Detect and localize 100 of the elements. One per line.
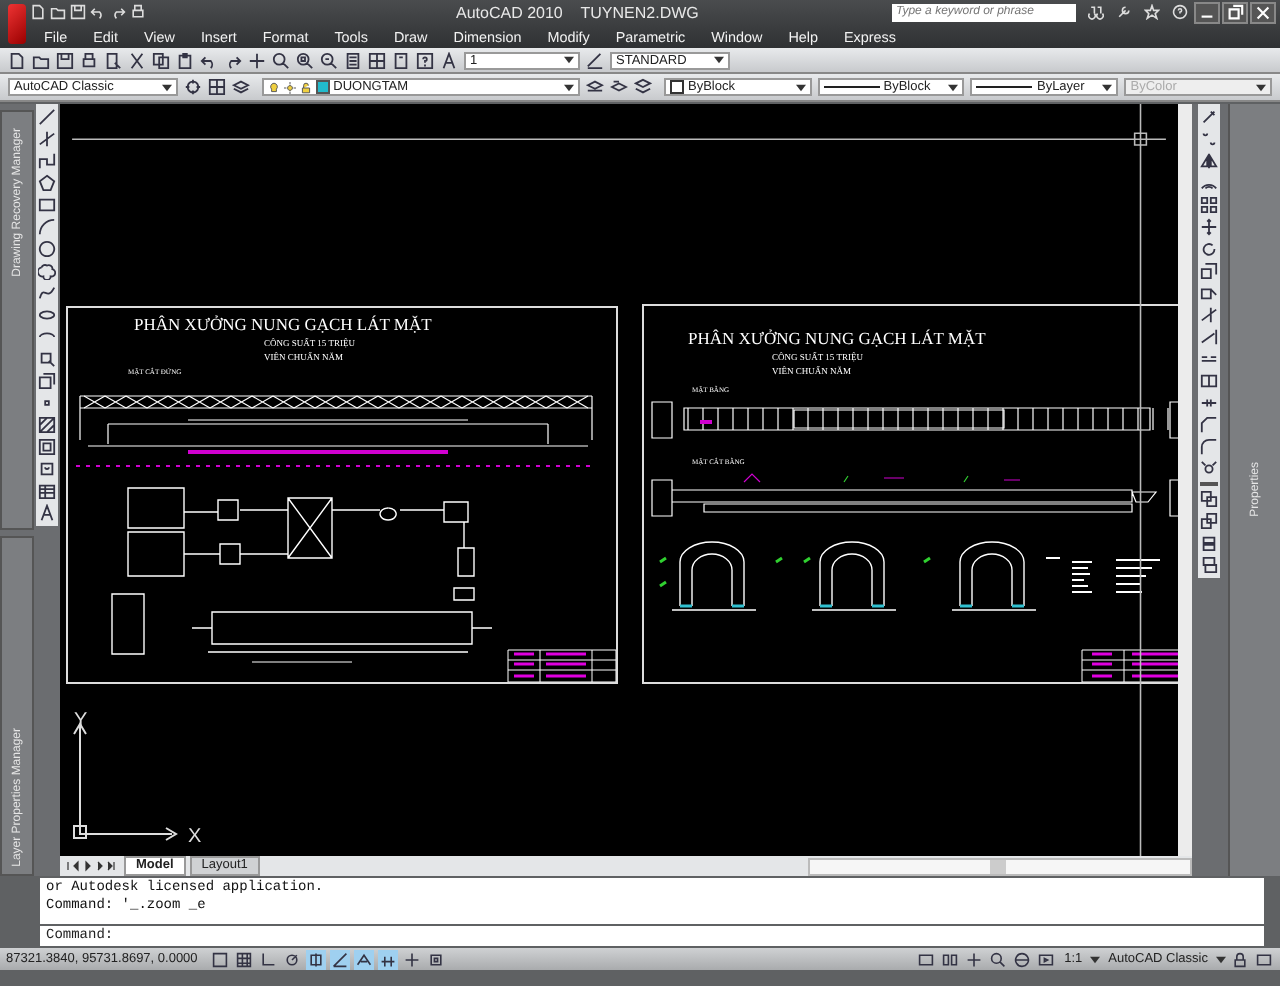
break-at-point-icon[interactable] — [1200, 372, 1218, 390]
fillet-icon[interactable] — [1200, 438, 1218, 456]
cut-icon[interactable] — [128, 51, 146, 69]
pan-icon[interactable] — [964, 949, 985, 969]
caret-icon — [564, 83, 575, 91]
text-style-icon[interactable] — [440, 51, 458, 69]
lock-icon[interactable] — [1230, 949, 1250, 969]
sun-icon[interactable] — [283, 81, 296, 93]
folder-icon[interactable] — [32, 51, 50, 69]
grid-icon[interactable] — [234, 949, 254, 969]
make-block-icon[interactable] — [38, 372, 56, 390]
gradient-icon[interactable] — [38, 438, 56, 456]
construction-line-icon[interactable] — [38, 130, 56, 148]
model-space-icon[interactable] — [916, 949, 937, 969]
spline-icon[interactable] — [38, 284, 56, 302]
caret-icon — [1102, 83, 1113, 91]
folder-icon[interactable] — [50, 4, 66, 20]
new-file-icon[interactable] — [8, 51, 26, 69]
binoculars-icon[interactable] — [1088, 4, 1104, 20]
vertical-scrollbar[interactable] — [1178, 104, 1192, 856]
y-axis-label: Y — [74, 710, 88, 732]
redo-icon[interactable] — [224, 51, 242, 69]
line-tool-icon[interactable] — [38, 108, 56, 126]
polar-icon[interactable] — [282, 949, 302, 969]
layout-icon[interactable] — [940, 949, 961, 969]
star-icon[interactable] — [1144, 4, 1160, 20]
pan-icon[interactable] — [248, 51, 266, 69]
stretch-icon[interactable] — [1200, 284, 1218, 302]
caret-icon — [161, 83, 172, 91]
point-icon[interactable] — [38, 394, 56, 412]
caret-icon — [795, 83, 806, 91]
lineweight-icon[interactable] — [402, 949, 422, 969]
insert-block-icon[interactable] — [38, 350, 56, 368]
tab-navigation-icon[interactable] — [64, 858, 120, 874]
hatch-icon[interactable] — [38, 416, 56, 434]
polygon-icon[interactable] — [38, 174, 56, 192]
paste-icon[interactable] — [176, 51, 194, 69]
mirror-icon[interactable] — [1200, 152, 1218, 170]
preview-icon[interactable] — [104, 51, 122, 69]
rectangle-icon[interactable] — [38, 196, 56, 214]
restore-icon[interactable] — [1222, 1, 1248, 23]
arc-icon[interactable] — [38, 218, 56, 236]
dynamic-input-icon[interactable] — [378, 949, 398, 969]
extend-icon[interactable] — [1200, 328, 1218, 346]
print-icon[interactable] — [80, 51, 98, 69]
object-snap-icon[interactable] — [306, 949, 326, 969]
break-icon[interactable] — [1200, 350, 1218, 368]
revision-cloud-icon[interactable] — [38, 262, 56, 280]
zoom-window-icon[interactable] — [296, 51, 314, 69]
layer-current-icon[interactable] — [586, 78, 605, 96]
clean-screen-icon[interactable] — [1254, 949, 1274, 969]
grid-tool-icon[interactable] — [207, 78, 226, 96]
bring-above-icon[interactable] — [1200, 534, 1218, 552]
multiline-text-icon[interactable] — [38, 504, 56, 522]
copy-icon[interactable] — [152, 51, 170, 69]
snap-mode-icon[interactable] — [210, 949, 230, 969]
chamfer-icon[interactable] — [1200, 416, 1218, 434]
lock-icon[interactable] — [299, 81, 312, 93]
scale-icon[interactable] — [1200, 262, 1218, 280]
trim-icon[interactable] — [1200, 306, 1218, 324]
save-icon[interactable] — [56, 51, 74, 69]
undo-icon[interactable] — [90, 4, 106, 20]
steering-wheel-icon[interactable] — [1012, 949, 1033, 969]
array-icon[interactable] — [1200, 196, 1218, 214]
rotate-icon[interactable] — [1200, 240, 1218, 258]
dimension-style-icon[interactable] — [586, 51, 604, 69]
zoom-previous-icon[interactable] — [320, 51, 338, 69]
redo-icon[interactable] — [110, 4, 126, 20]
layer-state-icon[interactable] — [634, 78, 652, 96]
lightbulb-icon[interactable] — [267, 81, 280, 93]
caret-icon — [948, 83, 959, 91]
move-icon[interactable] — [1200, 218, 1218, 236]
caret-icon[interactable] — [1090, 955, 1101, 963]
zoom-icon[interactable] — [988, 949, 1009, 969]
table-icon[interactable] — [38, 482, 56, 500]
caret-icon[interactable] — [1216, 955, 1226, 963]
polyline-icon[interactable] — [38, 152, 56, 170]
undo-icon[interactable] — [200, 51, 218, 69]
design-center-icon[interactable] — [368, 51, 386, 69]
sheet-title: PHÂN XƯỞNG NUNG GẠCH LÁT MẶT — [134, 314, 432, 334]
ucs-icon[interactable] — [354, 949, 374, 969]
wrench-icon[interactable] — [1116, 4, 1132, 20]
tracking-icon[interactable] — [330, 949, 350, 969]
caret-icon — [714, 56, 724, 64]
close-icon[interactable] — [1250, 1, 1276, 23]
bring-front-icon[interactable] — [1200, 490, 1218, 508]
quick-properties-icon[interactable] — [426, 949, 446, 969]
showmotion-icon[interactable] — [1036, 949, 1057, 969]
ortho-icon[interactable] — [258, 949, 278, 969]
help-icon[interactable] — [416, 51, 434, 69]
zoom-icon[interactable] — [272, 51, 290, 69]
properties-icon[interactable] — [344, 51, 362, 69]
send-back-icon[interactable] — [1200, 512, 1218, 530]
horizontal-scrollbar[interactable] — [808, 857, 1192, 875]
layer-manager-icon[interactable] — [231, 78, 250, 96]
layer-previous-icon[interactable] — [610, 78, 629, 96]
tool-palette-icon[interactable] — [392, 51, 410, 69]
join-icon[interactable] — [1200, 394, 1218, 412]
send-under-icon[interactable] — [1200, 556, 1218, 574]
minimize-icon[interactable] — [1194, 1, 1220, 23]
